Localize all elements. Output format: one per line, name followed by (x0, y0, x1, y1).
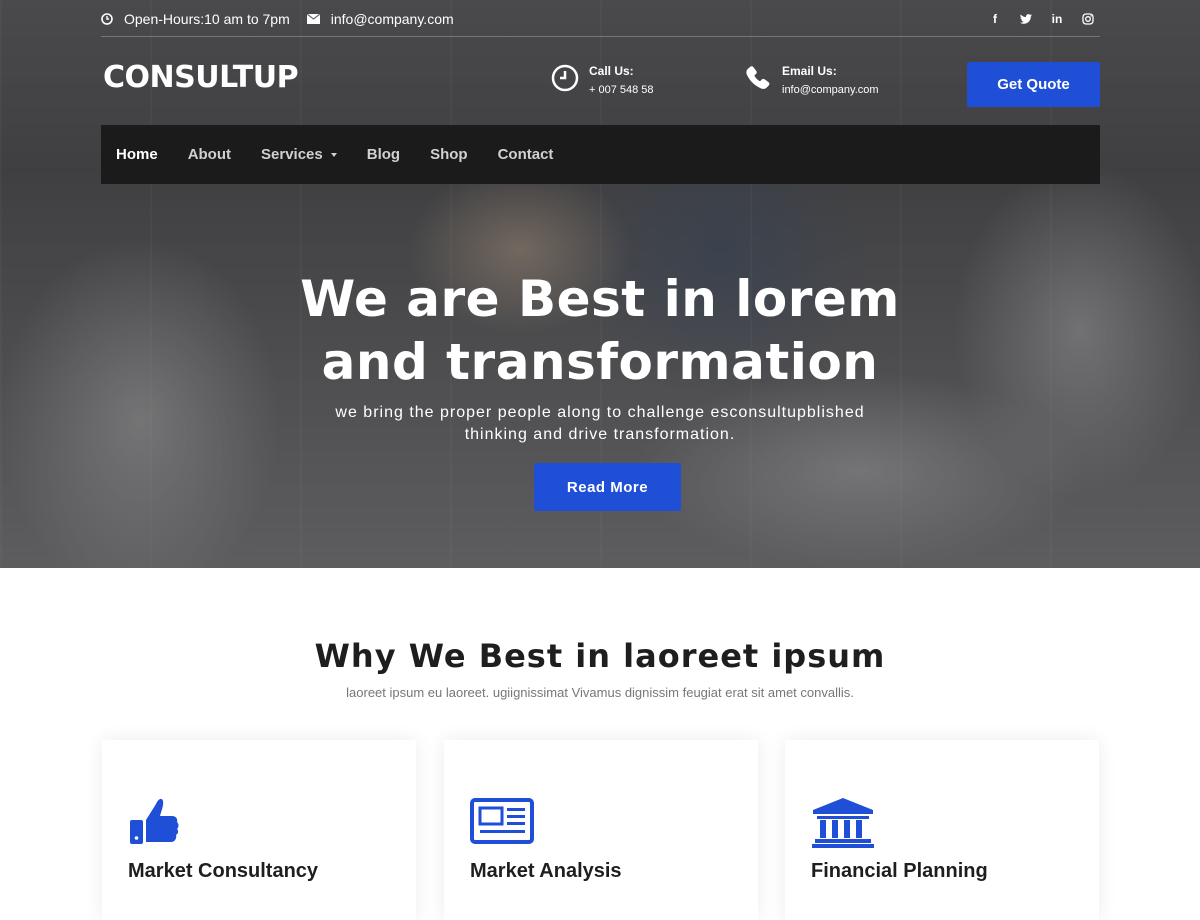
nav-label: Shop (430, 146, 468, 163)
card-title: Market Analysis (470, 860, 622, 882)
hero-subtitle-line2: thinking and drive transformation. (464, 426, 736, 443)
topbar-email[interactable]: info@company.com (331, 11, 454, 27)
caret-down-icon (330, 152, 337, 157)
nav-item-contact[interactable]: Contact (498, 146, 554, 163)
section-subtitle: laoreet ipsum eu laoreet. ugiignissimat … (346, 685, 854, 700)
hero-subtitle-line1: we bring the proper people along to chal… (335, 404, 865, 421)
hours-item: Open-Hours:10 am to 7pm (101, 11, 290, 27)
section-title: Why We Best in laoreet ipsum (314, 637, 886, 675)
feature-card-financial[interactable]: Financial Planning (785, 740, 1099, 920)
nav-label: Contact (497, 146, 554, 163)
call-number[interactable]: + 007 548 58 (589, 84, 654, 96)
nav-item-home[interactable]: Home (116, 146, 158, 163)
email-item[interactable]: info@company.com (306, 11, 454, 27)
envelope-icon (306, 14, 320, 24)
nav-label: About (187, 146, 232, 163)
card-title: Market Consultancy (128, 860, 319, 882)
bank-icon (812, 798, 874, 848)
email-us-block: Email Us: info@company.com (744, 64, 879, 96)
site-logo[interactable]: CONSULTUP (103, 60, 299, 95)
twitter-icon[interactable] (1018, 11, 1034, 27)
email-label: Email Us: (782, 64, 837, 78)
clock-icon (551, 64, 579, 92)
social-links: f in (972, 10, 1096, 28)
newspaper-icon (470, 798, 534, 844)
nav-label: Services (261, 146, 323, 163)
read-more-button[interactable]: Read More (534, 463, 681, 511)
nav-label: Home (116, 146, 158, 163)
thumbs-up-icon (130, 798, 179, 844)
instagram-icon[interactable] (1080, 11, 1096, 27)
feature-card-analysis[interactable]: Market Analysis (444, 740, 758, 920)
hero-subtitle: we bring the proper people along to chal… (250, 402, 950, 446)
get-quote-button[interactable]: Get Quote (967, 62, 1100, 107)
hero-title: We are Best in lorem and transformation (200, 268, 1000, 394)
feature-card-consultancy[interactable]: Market Consultancy (102, 740, 416, 920)
main-nav: Home About Services Blog Shop Contact (101, 125, 1100, 184)
hero-title-line1: We are Best in lorem (300, 270, 900, 328)
nav-item-shop[interactable]: Shop (430, 146, 468, 163)
facebook-icon[interactable]: f (987, 11, 1003, 27)
nav-item-about[interactable]: About (188, 146, 231, 163)
nav-item-blog[interactable]: Blog (367, 146, 400, 163)
linkedin-icon[interactable]: in (1049, 11, 1065, 27)
hours-text: Open-Hours:10 am to 7pm (124, 11, 290, 27)
email-address[interactable]: info@company.com (782, 84, 879, 96)
nav-item-services[interactable]: Services (261, 146, 337, 163)
hero-section: Open-Hours:10 am to 7pm info@company.com… (0, 0, 1200, 568)
card-title: Financial Planning (811, 860, 988, 882)
clock-icon (101, 13, 113, 25)
topbar-divider (101, 36, 1100, 37)
hero-title-line2: and transformation (321, 333, 879, 391)
phone-icon (746, 66, 770, 89)
call-us-block: Call Us: + 007 548 58 (551, 64, 654, 96)
topbar-info: Open-Hours:10 am to 7pm info@company.com (101, 10, 471, 28)
nav-label: Blog (366, 146, 401, 163)
call-label: Call Us: (589, 64, 634, 78)
